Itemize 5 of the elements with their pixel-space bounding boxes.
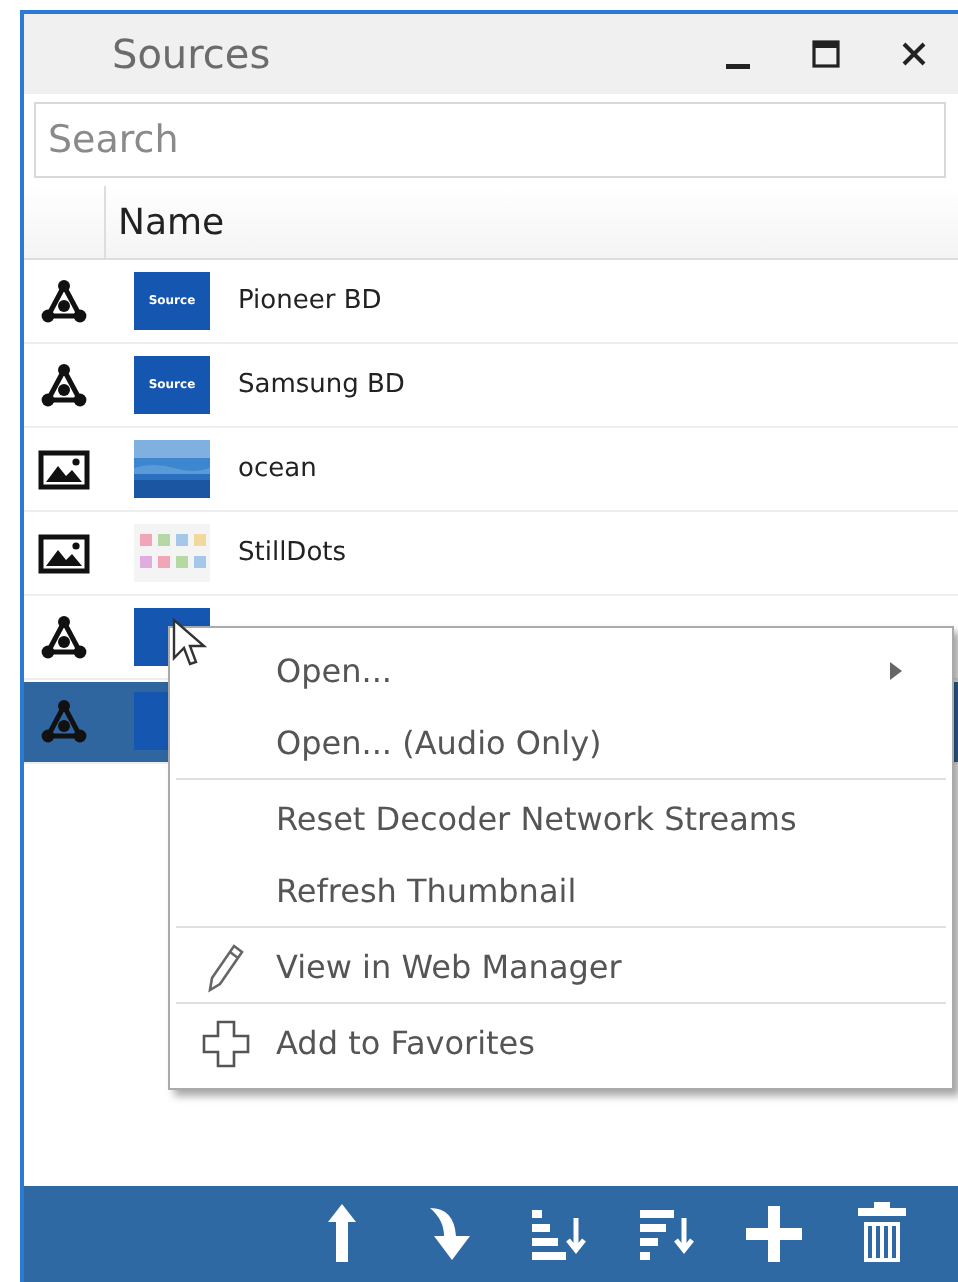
window-title: Sources: [112, 30, 273, 78]
source-name: Samsung BD: [238, 370, 405, 400]
source-name: ocean: [238, 454, 317, 484]
source-name: Pioneer BD: [238, 286, 382, 316]
source-name: StillDots: [238, 538, 347, 568]
